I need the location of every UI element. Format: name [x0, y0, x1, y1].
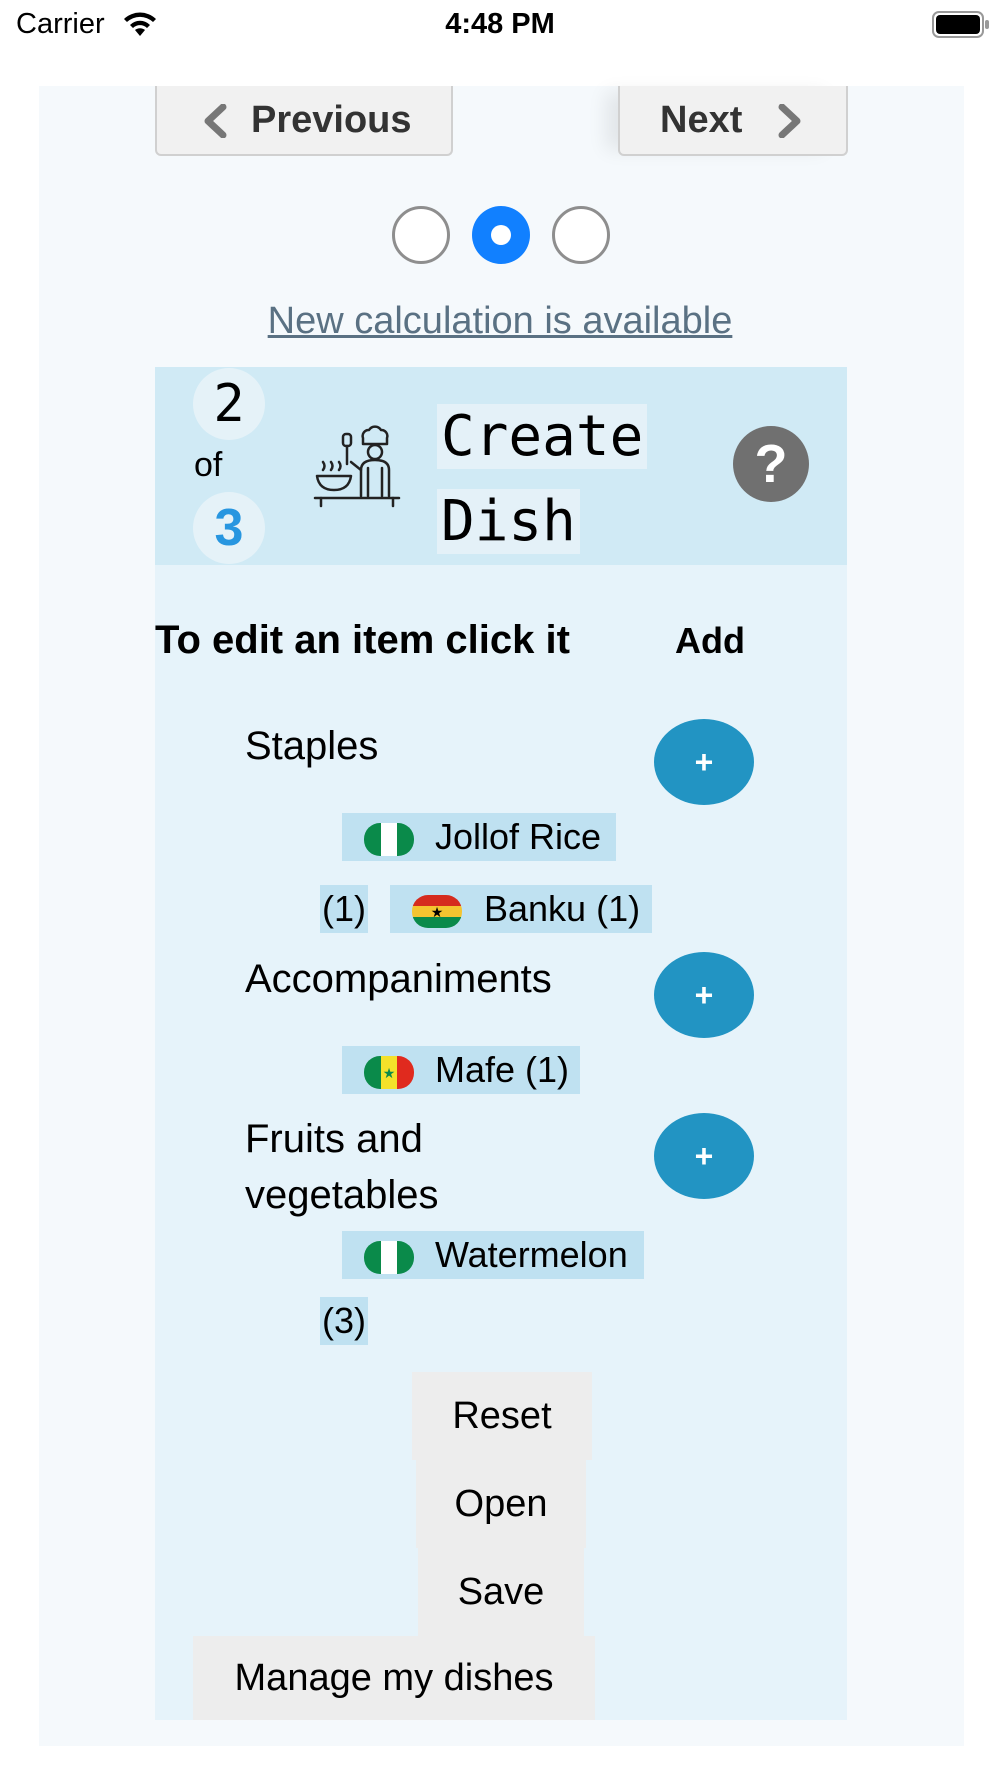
status-bar: Carrier 4:48 PM	[0, 0, 1000, 52]
total-steps-number: 3	[193, 492, 265, 564]
previous-button[interactable]: Previous	[155, 86, 453, 156]
item-label: Banku (1)	[484, 888, 641, 929]
title-line-1: Create	[437, 404, 648, 469]
next-button[interactable]: Next	[618, 86, 848, 156]
item-label: Mafe (1)	[435, 1049, 570, 1090]
star-icon: ★	[430, 903, 444, 920]
category-fruits-and-vegetables: Fruits and vegetables	[245, 1111, 438, 1223]
item-count: (3)	[322, 1300, 366, 1341]
item-watermelon[interactable]: Watermelon	[342, 1231, 644, 1279]
chevron-left-icon	[204, 104, 227, 138]
page-title: Create Dish	[437, 394, 648, 564]
help-button[interactable]: ?	[733, 426, 809, 502]
reset-button[interactable]: Reset	[412, 1372, 592, 1460]
nigeria-flag-icon	[364, 1241, 414, 1274]
clock: 4:48 PM	[445, 8, 555, 40]
category-name-line-1: Fruits and	[245, 1117, 423, 1161]
item-count: (1)	[322, 888, 366, 929]
star-icon: ★	[382, 1064, 396, 1081]
title-line-2: Dish	[437, 489, 580, 554]
step-dot-1[interactable]	[392, 206, 450, 264]
item-jollof-count[interactable]: (1)	[320, 885, 368, 933]
next-label: Next	[660, 98, 743, 141]
previous-label: Previous	[251, 98, 412, 141]
new-calculation-link[interactable]: New calculation is available	[0, 300, 1000, 343]
step-of-label: of	[194, 446, 223, 484]
step-dot-2-active[interactable]	[472, 206, 530, 264]
category-accompaniments: Accompaniments	[245, 957, 552, 1001]
open-button[interactable]: Open	[416, 1460, 586, 1548]
battery-icon	[932, 11, 989, 38]
chevron-right-icon	[778, 104, 801, 138]
category-staples: Staples	[245, 724, 379, 768]
edit-hint: To edit an item click it	[155, 618, 570, 662]
manage-dishes-button[interactable]: Manage my dishes	[193, 1636, 595, 1720]
chef-cooking-icon	[313, 425, 401, 508]
add-accompaniments-button[interactable]: +	[654, 952, 754, 1038]
item-jollof-rice[interactable]: Jollof Rice	[342, 813, 616, 861]
item-watermelon-count[interactable]: (3)	[320, 1297, 368, 1345]
ghana-flag-icon: ★	[412, 895, 462, 928]
add-fruits-button[interactable]: +	[654, 1113, 754, 1199]
current-step-number: 2	[193, 368, 265, 440]
add-column-label: Add	[675, 620, 745, 661]
save-button[interactable]: Save	[418, 1548, 584, 1636]
add-staples-button[interactable]: +	[654, 719, 754, 805]
category-name-line-2: vegetables	[245, 1173, 439, 1217]
senegal-flag-icon: ★	[364, 1056, 414, 1089]
item-banku[interactable]: ★ Banku (1)	[390, 885, 652, 933]
item-label: Jollof Rice	[435, 816, 602, 857]
item-mafe[interactable]: ★ Mafe (1)	[342, 1046, 580, 1094]
item-label: Watermelon	[435, 1234, 628, 1275]
nigeria-flag-icon	[364, 823, 414, 856]
step-dot-3[interactable]	[552, 206, 610, 264]
